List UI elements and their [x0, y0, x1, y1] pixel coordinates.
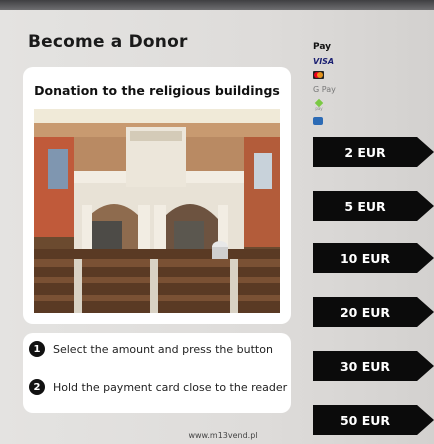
amount-button-20-eur[interactable]: 20 EUR	[313, 297, 434, 327]
synagogue-interior-photo	[34, 109, 280, 313]
synagogue-interior-image	[34, 109, 280, 313]
donation-card: Donation to the religious buildings	[23, 67, 291, 324]
donation-card-title: Donation to the religious buildings	[34, 83, 280, 98]
apple-pay-icon: Pay	[313, 42, 332, 52]
wallet-pay-icon	[313, 117, 323, 125]
instruction-step: 2 Hold the payment card close to the rea…	[29, 379, 287, 395]
amount-button-label: 10 EUR	[339, 250, 391, 266]
amount-button-label: 5 EUR	[344, 198, 386, 214]
amount-button-label: 30 EUR	[339, 358, 391, 374]
amount-button-30-eur[interactable]: 30 EUR	[313, 351, 434, 381]
payment-methods-list: Pay VISA G Pay pay	[313, 40, 353, 128]
amount-button-label: 2 EUR	[344, 144, 386, 160]
amount-button-label: 20 EUR	[339, 304, 391, 320]
page-title: Become a Donor	[28, 32, 188, 52]
instructions-panel: 1 Select the amount and press the button…	[23, 333, 291, 413]
pix-pay-icon: pay	[313, 98, 325, 111]
visa-icon: VISA	[313, 56, 335, 66]
amount-button-10-eur[interactable]: 10 EUR	[313, 243, 434, 273]
step-number-badge: 2	[29, 379, 45, 395]
amount-button-2-eur[interactable]: 2 EUR	[313, 137, 434, 167]
google-pay-icon: G Pay	[313, 84, 336, 94]
amount-button-label: 50 EUR	[339, 412, 391, 428]
step-text: Select the amount and press the button	[53, 342, 273, 356]
step-text: Hold the payment card close to the reade…	[53, 380, 288, 394]
instruction-step: 1 Select the amount and press the button	[29, 341, 273, 357]
footer-url: www.m13vend.pl	[0, 431, 434, 440]
step-number-badge: 1	[29, 341, 45, 357]
amount-button-5-eur[interactable]: 5 EUR	[313, 191, 434, 221]
mastercard-icon	[313, 71, 324, 79]
footer-url-text: www.m13vend.pl	[188, 431, 258, 440]
